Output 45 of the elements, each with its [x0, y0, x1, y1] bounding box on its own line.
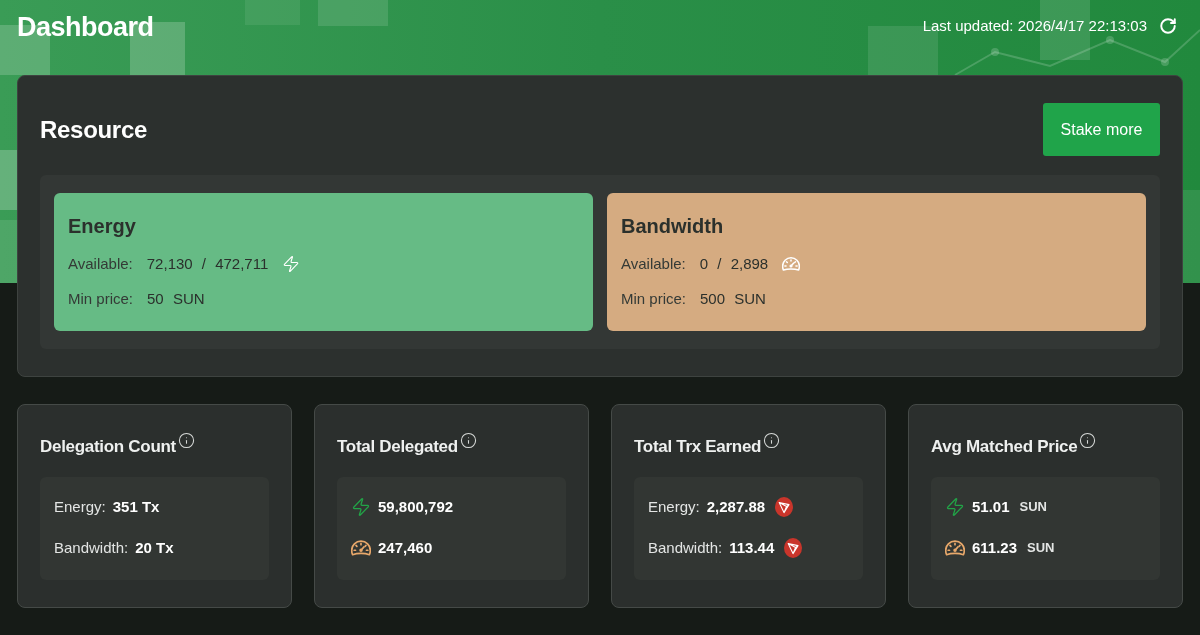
- token-icon: [775, 497, 794, 517]
- field-value: 0 / 2,898: [699, 253, 769, 274]
- field-label: Available:: [621, 253, 686, 274]
- card-title: Total Delegated: [337, 436, 458, 458]
- stat-value: 247,460: [378, 537, 433, 558]
- field-value: 72,130 / 472,711: [146, 253, 269, 274]
- stat-value: 113.44: [729, 537, 775, 558]
- card-title: Bandwidth: [621, 214, 724, 239]
- info-icon[interactable]: [1079, 432, 1097, 449]
- stat-label: Energy:: [648, 496, 700, 517]
- last-updated-text: Last updated: 2026/4/17 22:13:03: [922, 16, 1147, 36]
- gauge-icon: [945, 540, 965, 556]
- lightning-icon: [351, 496, 371, 518]
- stake-more-button[interactable]: Stake more: [1043, 103, 1160, 156]
- field-value: 500 SUN: [700, 288, 766, 309]
- field-value: 50 SUN: [147, 288, 205, 309]
- card-title: Delegation Count: [40, 436, 176, 458]
- lightning-icon: [282, 254, 301, 274]
- field-label: Min price:: [68, 288, 134, 309]
- stat-label: Energy:: [54, 496, 106, 517]
- stat-unit: SUN: [1027, 539, 1055, 558]
- card-title: Total Trx Earned: [634, 436, 762, 458]
- token-icon: [784, 538, 803, 558]
- gauge-icon: [351, 540, 371, 556]
- page-title: Dashboard: [17, 11, 154, 44]
- stat-value: 59,800,792: [378, 496, 454, 517]
- stat-value: 2,287.88: [706, 496, 766, 517]
- stat-value: 51.01: [972, 496, 1010, 517]
- stat-label: Bandwidth:: [54, 537, 129, 558]
- info-icon[interactable]: [459, 432, 477, 449]
- stat-value: 351 Tx: [112, 496, 160, 517]
- stat-value: 20 Tx: [135, 537, 174, 558]
- info-icon[interactable]: [177, 432, 195, 449]
- stat-value: 611.23: [972, 537, 1018, 558]
- gauge-icon: [782, 254, 801, 274]
- stat-label: Bandwidth:: [648, 537, 723, 558]
- stat-unit: SUN: [1019, 498, 1047, 517]
- field-label: Available:: [68, 253, 133, 274]
- card-title: Energy: [68, 214, 136, 239]
- card-title: Avg Matched Price: [931, 436, 1078, 458]
- section-title: Resource: [40, 114, 147, 145]
- lightning-icon: [945, 496, 965, 518]
- refresh-icon[interactable]: [1159, 17, 1177, 36]
- field-label: Min price:: [621, 288, 687, 309]
- info-icon[interactable]: [763, 432, 781, 449]
